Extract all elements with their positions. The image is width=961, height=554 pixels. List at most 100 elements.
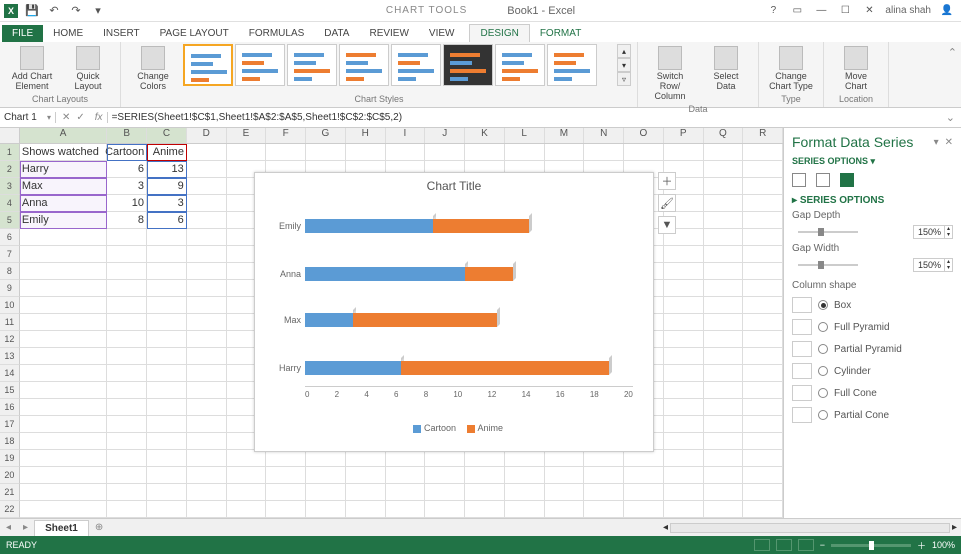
gap-width-spinner[interactable]: 150%▴▾ — [913, 258, 953, 272]
fx-icon[interactable]: fx — [91, 112, 108, 123]
cell-c2[interactable]: 13 — [147, 161, 187, 178]
tab-data[interactable]: DATA — [314, 25, 359, 42]
cell-b3[interactable]: 3 — [107, 178, 147, 195]
chart-style-6[interactable] — [443, 44, 493, 86]
chart-plot-area[interactable]: Emily Anna Max Harry 024 6810 121416 182… — [255, 199, 653, 419]
switch-row-column-button[interactable]: Switch Row/ Column — [644, 44, 696, 104]
col-header-o[interactable]: O — [624, 128, 664, 143]
tab-view[interactable]: VIEW — [419, 25, 465, 42]
cell-c4[interactable]: 3 — [147, 195, 187, 212]
select-data-button[interactable]: Select Data — [700, 44, 752, 94]
cell-a4[interactable]: Anna — [20, 195, 107, 212]
select-all-corner[interactable] — [0, 128, 20, 143]
restore-icon[interactable]: ☐ — [837, 4, 853, 18]
col-header-r[interactable]: R — [743, 128, 783, 143]
gap-depth-slider[interactable] — [798, 231, 858, 233]
view-normal-icon[interactable] — [754, 539, 770, 551]
hscroll-left-icon[interactable]: ◂ — [663, 522, 668, 533]
zoom-level[interactable]: 100% — [932, 540, 955, 550]
shape-cylinder-radio[interactable] — [818, 366, 828, 376]
worksheet[interactable]: A B C D E F G H I J K L M N O P Q R 1 Sh… — [0, 128, 783, 518]
change-chart-type-button[interactable]: Change Chart Type — [765, 44, 817, 94]
col-header-k[interactable]: K — [465, 128, 505, 143]
col-header-e[interactable]: E — [227, 128, 267, 143]
zoom-in-icon[interactable]: ＋ — [917, 539, 926, 552]
horizontal-scrollbar[interactable] — [670, 523, 950, 533]
name-box[interactable]: Chart 1▾ — [0, 112, 56, 123]
chart-styles-button[interactable]: 🖌 — [658, 194, 676, 212]
chart-style-3[interactable] — [287, 44, 337, 86]
qat-customize-icon[interactable]: ▾ — [90, 3, 106, 19]
user-name[interactable]: alina shah — [885, 5, 931, 16]
cell-a3[interactable]: Max — [20, 178, 107, 195]
col-header-q[interactable]: Q — [704, 128, 744, 143]
move-chart-button[interactable]: Move Chart — [830, 44, 882, 94]
effects-icon[interactable] — [816, 173, 830, 187]
chart-style-5[interactable] — [391, 44, 441, 86]
hscroll-right-icon[interactable]: ▸ — [952, 522, 957, 533]
series-options-section[interactable]: ▸ SERIES OPTIONS — [792, 195, 953, 206]
add-chart-element-button[interactable]: Add Chart Element — [6, 44, 58, 94]
cell-c3[interactable]: 9 — [147, 178, 187, 195]
sheet-nav-next-icon[interactable]: ▸ — [17, 522, 34, 533]
chart-style-2[interactable] — [235, 44, 285, 86]
minimize-icon[interactable]: — — [813, 4, 829, 18]
zoom-slider[interactable] — [831, 544, 911, 547]
ribbon-display-icon[interactable]: ▭ — [789, 4, 805, 18]
sheet-tab-sheet1[interactable]: Sheet1 — [34, 520, 89, 536]
col-header-b[interactable]: B — [107, 128, 147, 143]
tab-page-layout[interactable]: PAGE LAYOUT — [150, 25, 239, 42]
formula-input[interactable]: =SERIES(Sheet1!$C$1,Sheet1!$A$2:$A$5,She… — [108, 112, 940, 123]
tab-design[interactable]: DESIGN — [469, 24, 529, 42]
col-header-g[interactable]: G — [306, 128, 346, 143]
shape-full-pyramid-radio[interactable] — [818, 322, 828, 332]
cell-c1[interactable]: Anime — [147, 144, 187, 161]
chart-style-4[interactable] — [339, 44, 389, 86]
chart-style-8[interactable] — [547, 44, 597, 86]
add-sheet-icon[interactable]: ⊕ — [89, 522, 109, 533]
col-header-p[interactable]: P — [664, 128, 704, 143]
pane-dropdown-icon[interactable]: ▾ — [934, 137, 939, 148]
cell-b4[interactable]: 10 — [107, 195, 147, 212]
embedded-chart[interactable]: Chart Title Emily Anna Max Harry 024 681… — [254, 172, 654, 452]
cell-a2[interactable]: Harry — [20, 161, 107, 178]
pane-close-icon[interactable]: ✕ — [945, 137, 953, 148]
cell-b1[interactable]: Cartoon — [107, 144, 147, 161]
close-icon[interactable]: ✕ — [861, 4, 877, 18]
quick-layout-button[interactable]: Quick Layout — [62, 44, 114, 94]
chart-style-1[interactable] — [183, 44, 233, 86]
change-colors-button[interactable]: Change Colors — [127, 44, 179, 94]
tab-format[interactable]: FORMAT — [530, 25, 591, 42]
collapse-ribbon-icon[interactable]: ⌃ — [948, 47, 957, 59]
cell-a1[interactable]: Shows watched — [20, 144, 107, 161]
chart-style-scroll[interactable]: ▴▾▿ — [617, 44, 631, 86]
help-icon[interactable]: ? — [765, 4, 781, 18]
zoom-out-icon[interactable]: − — [820, 540, 825, 550]
fill-line-icon[interactable] — [792, 173, 806, 187]
tab-review[interactable]: REVIEW — [359, 25, 418, 42]
view-page-layout-icon[interactable] — [776, 539, 792, 551]
gap-width-slider[interactable] — [798, 264, 858, 266]
col-header-l[interactable]: L — [505, 128, 545, 143]
sheet-nav-prev-icon[interactable]: ◂ — [0, 522, 17, 533]
col-header-c[interactable]: C — [147, 128, 187, 143]
tab-file[interactable]: FILE — [2, 25, 43, 42]
col-header-d[interactable]: D — [187, 128, 227, 143]
cell-b5[interactable]: 8 — [107, 212, 147, 229]
cell-a5[interactable]: Emily — [20, 212, 107, 229]
tab-insert[interactable]: INSERT — [93, 25, 150, 42]
col-header-j[interactable]: J — [425, 128, 465, 143]
series-options-icon[interactable] — [840, 173, 854, 187]
series-options-dropdown[interactable]: SERIES OPTIONS ▾ — [792, 156, 953, 167]
col-header-m[interactable]: M — [545, 128, 585, 143]
tab-formulas[interactable]: FORMULAS — [239, 25, 315, 42]
cancel-formula-icon[interactable]: ✕ — [62, 112, 70, 123]
chart-filters-button[interactable]: ▼ — [658, 216, 676, 234]
gap-depth-spinner[interactable]: 150%▴▾ — [913, 225, 953, 239]
shape-partial-pyramid-radio[interactable] — [818, 344, 828, 354]
cell-c5[interactable]: 6 — [147, 212, 187, 229]
enter-formula-icon[interactable]: ✓ — [76, 112, 84, 123]
chart-title[interactable]: Chart Title — [255, 173, 653, 199]
save-icon[interactable]: 💾 — [24, 3, 40, 19]
expand-formula-bar-icon[interactable]: ⌄ — [940, 111, 961, 124]
